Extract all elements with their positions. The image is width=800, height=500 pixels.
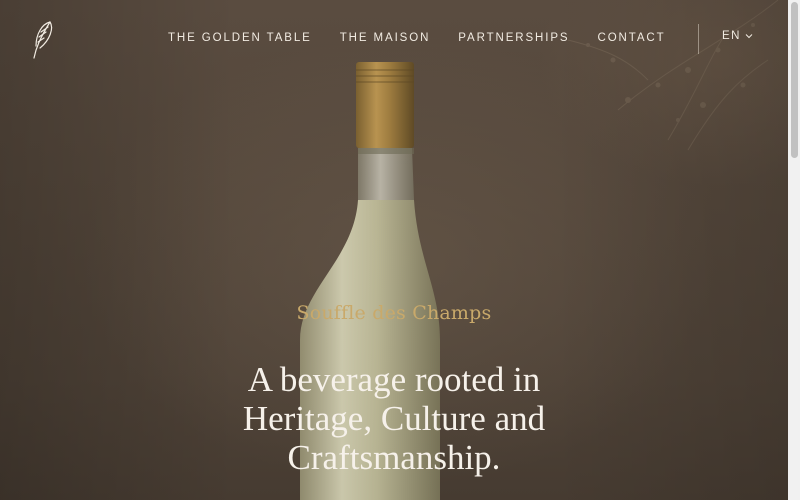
site-header: THE GOLDEN TABLE THE MAISON PARTNERSHIPS… bbox=[0, 0, 788, 78]
nav-link-the-maison[interactable]: THE MAISON bbox=[340, 30, 431, 46]
scrollbar-thumb[interactable] bbox=[791, 2, 798, 158]
language-selector[interactable]: EN bbox=[722, 30, 753, 42]
nav-divider bbox=[698, 24, 699, 54]
nav-link-contact[interactable]: CONTACT bbox=[598, 30, 666, 46]
nav-link-partnerships[interactable]: PARTNERSHIPS bbox=[458, 30, 569, 46]
hero-eyebrow: Souffle des Champs bbox=[296, 302, 492, 324]
wheat-feather-icon[interactable] bbox=[28, 18, 56, 60]
nav-link-the-golden-table[interactable]: THE GOLDEN TABLE bbox=[168, 30, 312, 46]
main-navigation: THE GOLDEN TABLE THE MAISON PARTNERSHIPS… bbox=[168, 30, 694, 46]
page: THE GOLDEN TABLE THE MAISON PARTNERSHIPS… bbox=[0, 0, 800, 500]
hero-headline: A beverage rooted in Heritage, Culture a… bbox=[242, 360, 546, 477]
language-label: EN bbox=[722, 30, 741, 42]
chevron-down-icon bbox=[745, 34, 753, 39]
